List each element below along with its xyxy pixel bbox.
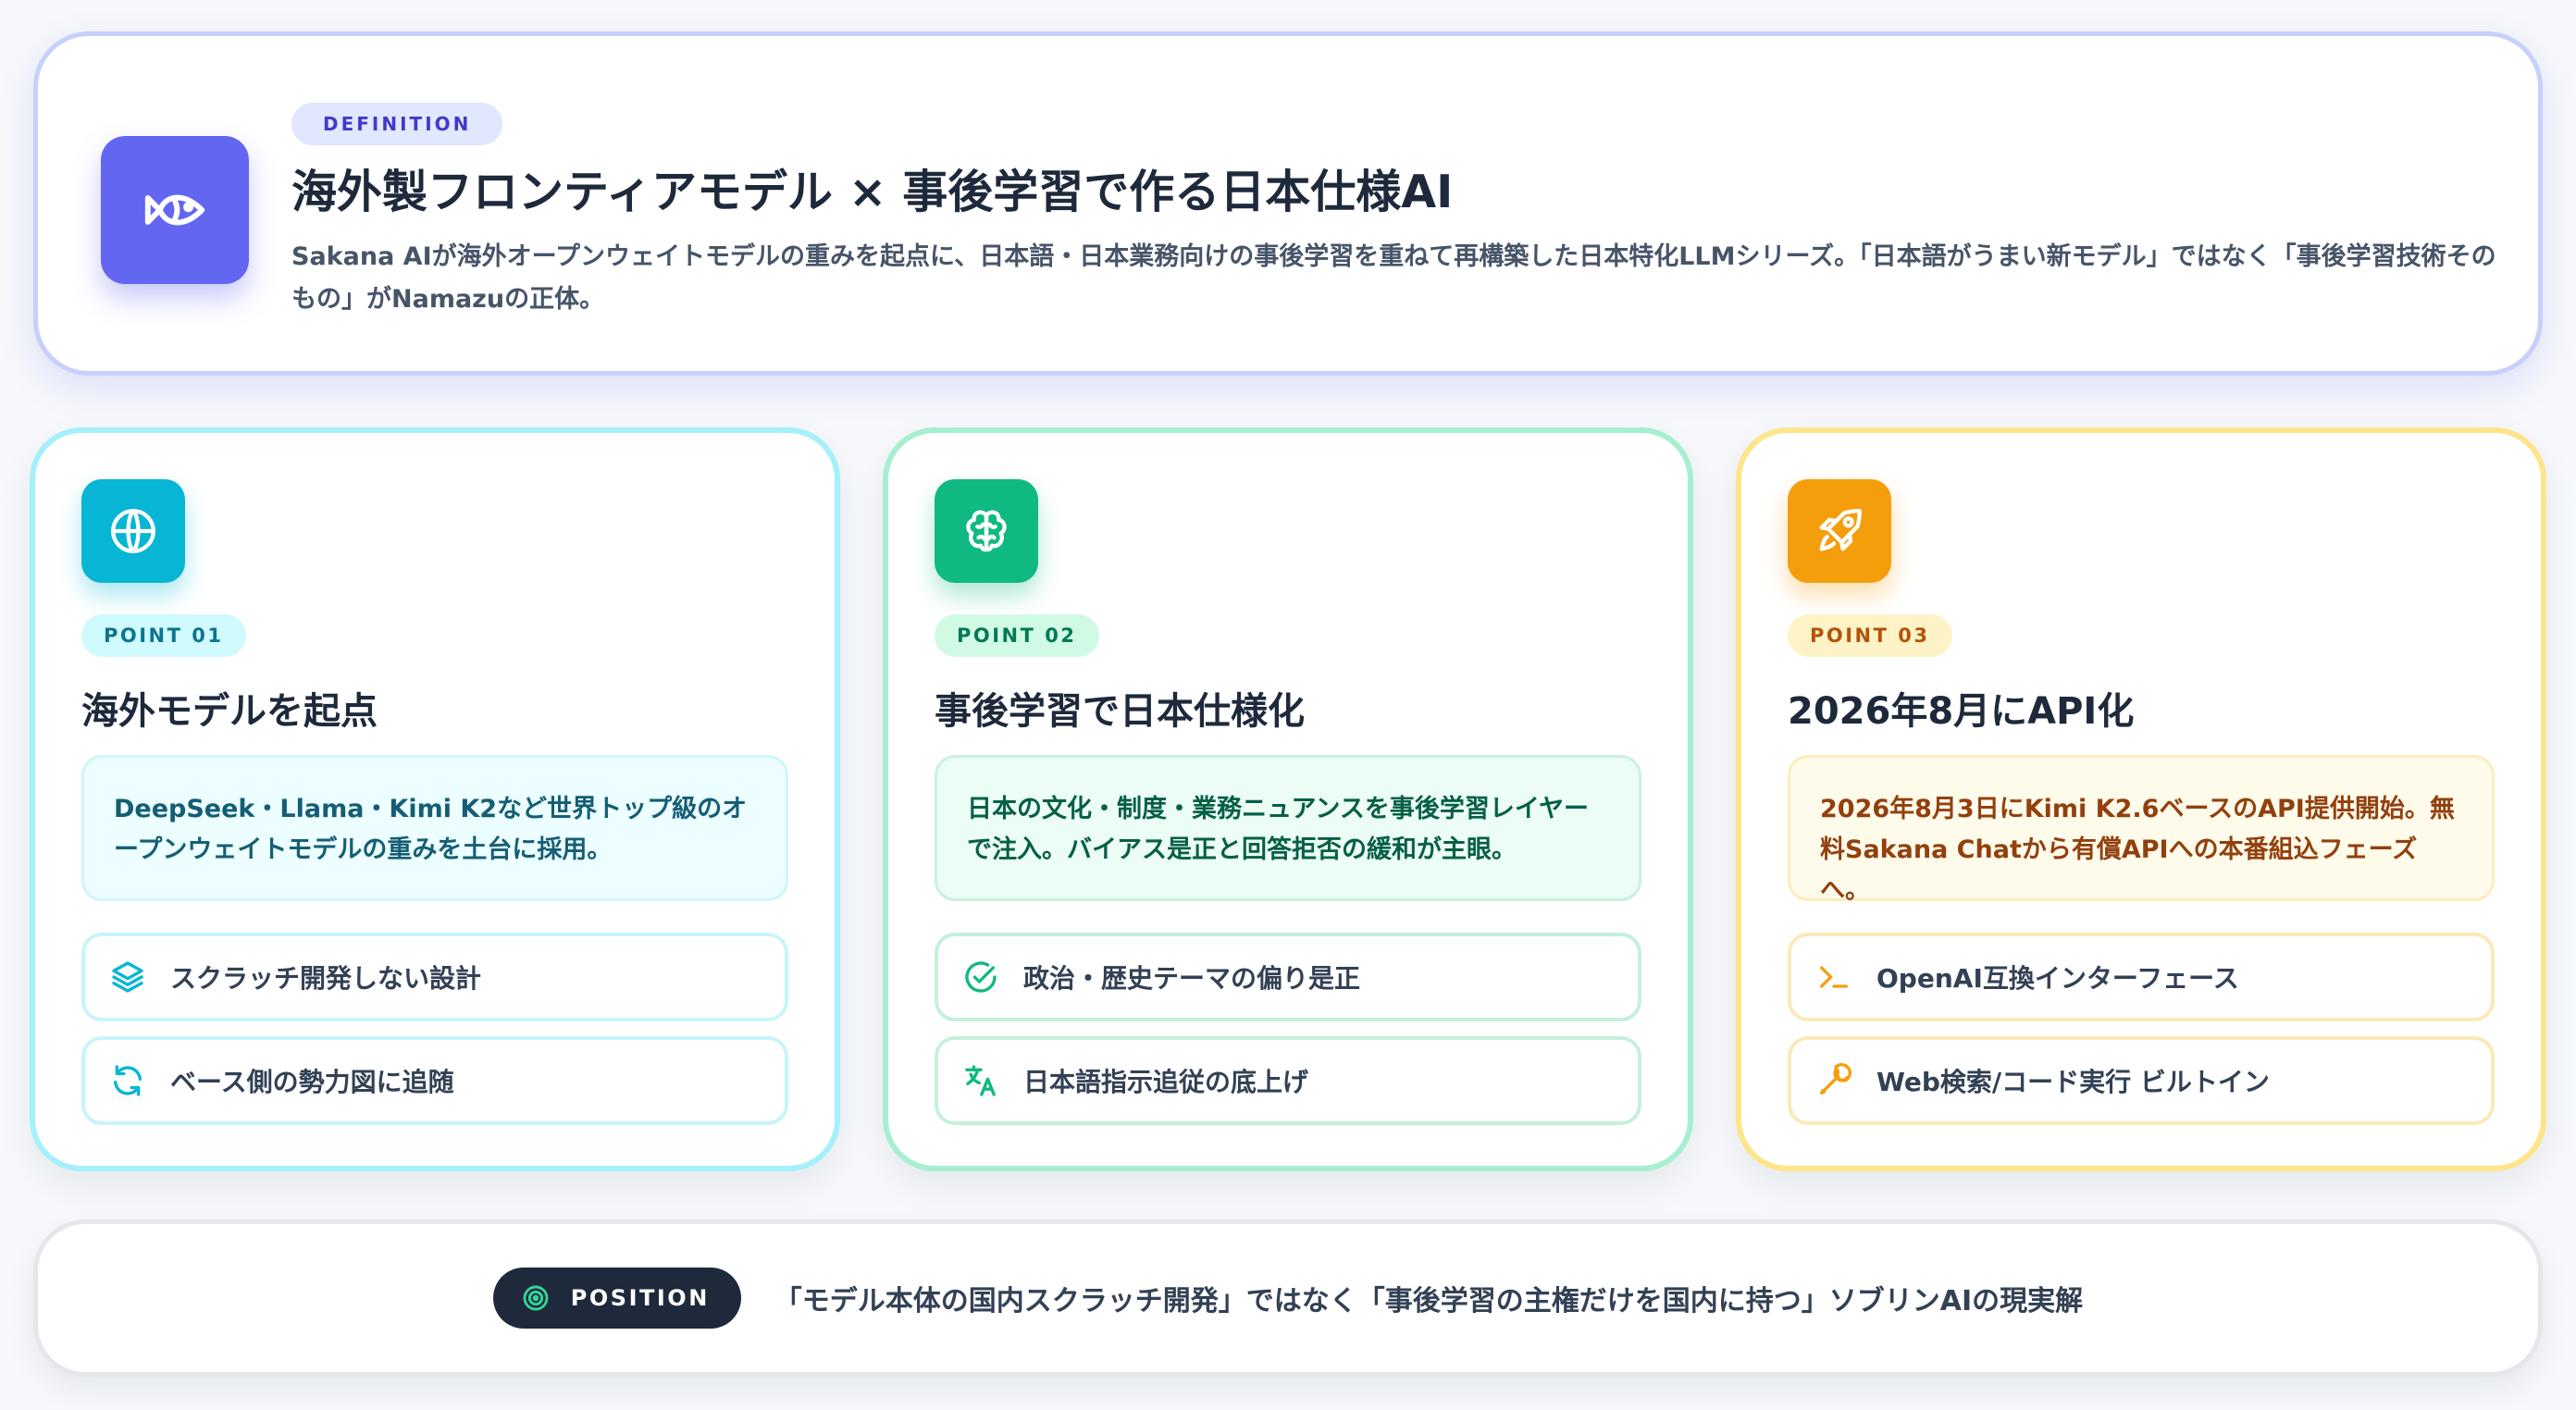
position-text: 「モデル本体の国内スクラッチ開発」ではなく「事後学習の主権だけを国内に持つ」ソブ… [774, 1285, 2084, 1317]
position-bar: POSITION 「モデル本体の国内スクラッチ開発」ではなく「事後学習の主権だけ… [33, 1219, 2543, 1377]
definition-description: Sakana AIが海外オープンウェイトモデルの重みを起点に、日本語・日本業務向… [291, 242, 2496, 314]
feature-item: 政治・歴史テーマの偏り是正 [935, 933, 1641, 1021]
rocket-icon [1788, 479, 1891, 583]
feature-label: Web検索/コード実行 ビルトイン [1876, 1067, 2270, 1097]
point-description: DeepSeek・Llama・Kimi K2など世界トップ級のオープンウェイトモ… [81, 755, 788, 901]
point-description: 2026年8月3日にKimi K2.6ベースのAPI提供開始。無料Sakana … [1788, 755, 2495, 905]
definition-card: DEFINITION 海外製フロンティアモデル × 事後学習で作る日本仕様AI … [33, 31, 2543, 376]
definition-badge: DEFINITION [291, 103, 503, 145]
feature-label: スクラッチ開発しない設計 [170, 963, 482, 994]
feature-label: ベース側の勢力図に追随 [170, 1067, 454, 1097]
point-title: 事後学習で日本仕様化 [935, 690, 1305, 733]
refresh-icon [114, 1065, 142, 1096]
brain-icon [935, 479, 1038, 583]
point-card-01: POINT 01 海外モデルを起点 DeepSeek・Llama・Kimi K2… [30, 427, 840, 1171]
point-title: 海外モデルを起点 [81, 690, 378, 733]
point-badge: POINT 01 [81, 614, 246, 657]
point-description: 日本の文化・制度・業務ニュアンスを事後学習レイヤーで注入。バイアス是正と回答拒否… [935, 755, 1641, 901]
position-badge-label: POSITION [570, 1285, 710, 1311]
position-badge: POSITION [492, 1268, 741, 1329]
point-card-02: POINT 02 事後学習で日本仕様化 日本の文化・制度・業務ニュアンスを事後学… [883, 427, 1693, 1171]
wrench-icon [1820, 1063, 1852, 1095]
point-badge: POINT 02 [935, 614, 1099, 657]
point-badge: POINT 03 [1788, 614, 1952, 657]
globe-icon [81, 479, 185, 583]
feature-label: OpenAI互換インターフェース [1876, 963, 2239, 994]
terminal-icon [1820, 966, 1848, 988]
feature-label: 日本語指示追従の底上げ [1023, 1067, 1309, 1097]
fish-icon [101, 136, 249, 284]
check-circle-icon [965, 961, 997, 993]
point-card-03: POINT 03 2026年8月にAPI化 2026年8月3日にKimi K2.… [1736, 427, 2546, 1171]
translate-icon [965, 1065, 996, 1096]
target-icon [523, 1285, 549, 1311]
feature-label: 政治・歴史テーマの偏り是正 [1023, 963, 1361, 994]
layers-icon [112, 961, 143, 993]
feature-item: 日本語指示追従の底上げ [935, 1036, 1641, 1125]
point-title: 2026年8月にAPI化 [1788, 690, 2135, 733]
feature-item: スクラッチ開発しない設計 [81, 933, 788, 1021]
feature-item: Web検索/コード実行 ビルトイン [1788, 1036, 2495, 1125]
feature-item: ベース側の勢力図に追随 [81, 1036, 788, 1125]
definition-title: 海外製フロンティアモデル × 事後学習で作る日本仕様AI [291, 166, 1454, 218]
feature-item: OpenAI互換インターフェース [1788, 933, 2495, 1021]
